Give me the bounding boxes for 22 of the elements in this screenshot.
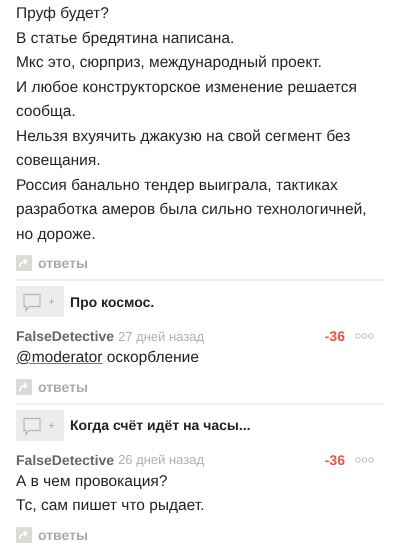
comment-text: И любое конструкторское изменение решается сообща.: [16, 78, 358, 122]
comment-text: Тс, сам пишет что рыдает.: [16, 496, 206, 516]
mention-link[interactable]: @moderator: [16, 349, 102, 366]
comment-text: Мкс это, сюрприз, международный проект.: [16, 53, 323, 73]
comment-time: 26 дней назад: [118, 452, 204, 467]
more-icon[interactable]: [355, 456, 374, 462]
comment-author[interactable]: FalseDetective: [16, 452, 114, 468]
comment-author[interactable]: FalseDetective: [16, 328, 114, 344]
comment-text: Нельзя вхуячить джакузю на свой сегмент без совещания.: [16, 126, 352, 171]
comment-score: -36: [324, 328, 345, 344]
comment-score: -36: [324, 452, 345, 468]
thread-title[interactable]: Про космос.: [70, 294, 154, 310]
comment-text: Пруф будет?: [16, 4, 110, 24]
thread-title[interactable]: Когда счёт идёт на часы...: [70, 417, 251, 433]
comment-text: В статье бредятина написана.: [16, 28, 236, 48]
comment-add-icon[interactable]: [16, 286, 64, 317]
comment-text: Россия банально тендер выиграла, тактиках разработка амеров была сильно технологичней, но дороже.: [16, 176, 368, 244]
comment-time: 27 дней назад: [118, 328, 204, 344]
comment-text: А в чем провокация?: [16, 472, 168, 492]
more-icon[interactable]: [355, 333, 374, 339]
comment-add-icon[interactable]: [16, 410, 64, 440]
comment-text: @moderator оскорбление: [16, 348, 200, 368]
